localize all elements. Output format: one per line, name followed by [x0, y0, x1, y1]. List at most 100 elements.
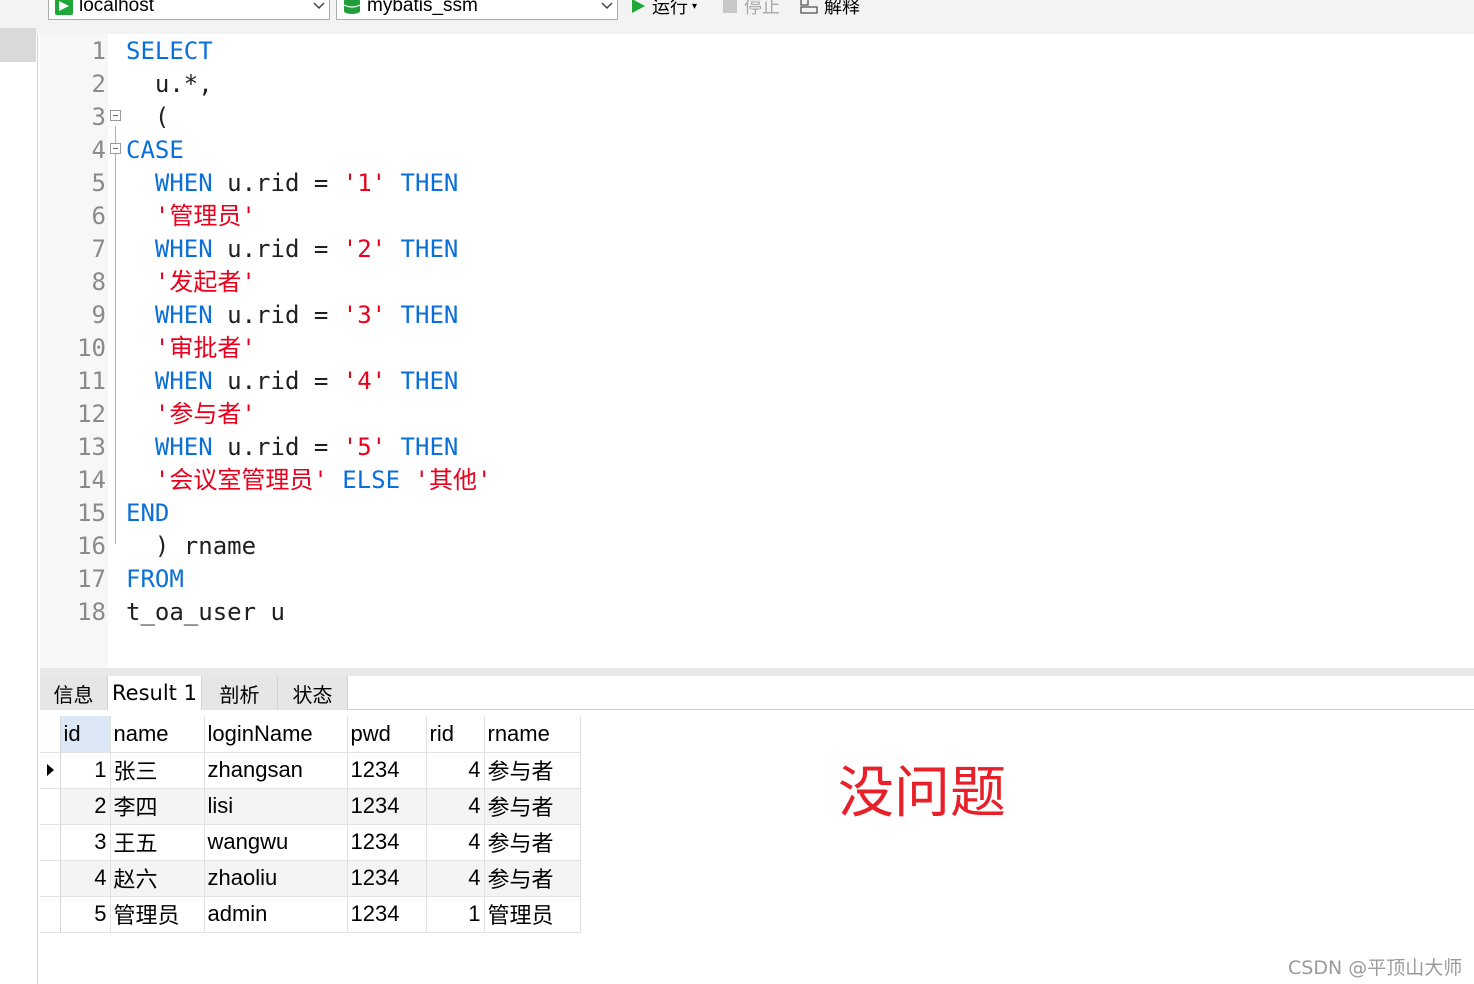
- code-line[interactable]: 16 ) rname: [40, 530, 1474, 563]
- table-row[interactable]: 4 赵六 zhaoliu 1234 4 参与者: [40, 860, 581, 897]
- line-number: 7: [91, 235, 106, 263]
- row-indicator[interactable]: [40, 752, 61, 789]
- fold-toggle-icon[interactable]: [110, 143, 121, 154]
- code-line[interactable]: 8 '发起者': [40, 266, 1474, 299]
- tab-result-1[interactable]: Result 1: [108, 676, 202, 710]
- cell-loginname[interactable]: admin: [204, 896, 348, 933]
- cell-rname[interactable]: 管理员: [484, 896, 581, 933]
- cell-loginname[interactable]: wangwu: [204, 824, 348, 861]
- explain-button[interactable]: 解释: [800, 0, 860, 18]
- tab-info-label: 信息: [53, 682, 94, 707]
- code-text: '参与者': [126, 398, 256, 431]
- cell-name[interactable]: 王五: [110, 824, 205, 861]
- panel-marker[interactable]: [0, 28, 36, 62]
- sql-editor[interactable]: 1 SELECT 2 u.*, 3 (4 CASE 5 WHEN u.rid = '1' …: [40, 34, 1474, 668]
- cell-loginname[interactable]: zhaoliu: [204, 860, 348, 897]
- database-select[interactable]: mybatis_ssm: [336, 0, 618, 20]
- cell-id[interactable]: 1: [60, 752, 111, 789]
- cell-loginname[interactable]: zhangsan: [204, 752, 348, 789]
- column-header-name[interactable]: name: [110, 716, 205, 753]
- table-row[interactable]: 1 张三 zhangsan 1234 4 参与者: [40, 752, 581, 789]
- cell-pwd[interactable]: 1234: [347, 896, 427, 933]
- code-line[interactable]: 15 END: [40, 497, 1474, 530]
- result-grid[interactable]: id name loginName pwd rid rname 1 张三 zhang…: [40, 716, 581, 933]
- chevron-down-icon[interactable]: [597, 0, 617, 16]
- column-header-id[interactable]: id: [60, 716, 111, 753]
- code-line[interactable]: 1 SELECT: [40, 35, 1474, 68]
- fold-guide: [115, 126, 116, 544]
- code-line[interactable]: 9 WHEN u.rid = '3' THEN: [40, 299, 1474, 332]
- code-text: '管理员': [126, 200, 256, 233]
- cell-id[interactable]: 4: [60, 860, 111, 897]
- cell-rname[interactable]: 参与者: [484, 788, 581, 825]
- code-line[interactable]: 3 (: [40, 101, 1474, 134]
- tab-profile-label: 剖析: [219, 682, 260, 707]
- fold-toggle-icon[interactable]: [110, 110, 121, 121]
- cell-pwd[interactable]: 1234: [347, 824, 427, 861]
- cell-id[interactable]: 3: [60, 824, 111, 861]
- code-line[interactable]: 10 '审批者': [40, 332, 1474, 365]
- row-indicator[interactable]: [40, 860, 61, 897]
- column-header-rid[interactable]: rid: [426, 716, 485, 753]
- sql-keyword: THEN: [386, 235, 459, 263]
- code-line[interactable]: 7 WHEN u.rid = '2' THEN: [40, 233, 1474, 266]
- cell-rname[interactable]: 参与者: [484, 860, 581, 897]
- cell-name[interactable]: 管理员: [110, 896, 205, 933]
- cell-name[interactable]: 赵六: [110, 860, 205, 897]
- code-line[interactable]: 11 WHEN u.rid = '4' THEN: [40, 365, 1474, 398]
- cell-rid[interactable]: 1: [426, 896, 485, 933]
- row-indicator[interactable]: [40, 788, 61, 825]
- cell-pwd[interactable]: 1234: [347, 860, 427, 897]
- code-line[interactable]: 18 t_oa_user u: [40, 596, 1474, 629]
- cell-id[interactable]: 2: [60, 788, 111, 825]
- panel-divider[interactable]: [40, 668, 1474, 676]
- code-line[interactable]: 14 '会议室管理员' ELSE '其他': [40, 464, 1474, 497]
- connection-select[interactable]: localhost: [48, 0, 330, 20]
- sql-string: '管理员': [126, 202, 256, 230]
- line-number: 12: [77, 400, 106, 428]
- run-button[interactable]: 运行 ▾: [630, 0, 697, 18]
- tab-status[interactable]: 状态: [278, 676, 348, 710]
- cell-name[interactable]: 张三: [110, 752, 205, 789]
- table-row[interactable]: 5 管理员 admin 1234 1 管理员: [40, 896, 581, 933]
- line-number: 3: [91, 103, 106, 131]
- chevron-down-icon[interactable]: [309, 0, 329, 16]
- code-line[interactable]: 6 '管理员': [40, 200, 1474, 233]
- cell-rname[interactable]: 参与者: [484, 824, 581, 861]
- table-row[interactable]: 3 王五 wangwu 1234 4 参与者: [40, 824, 581, 861]
- code-line[interactable]: 12 '参与者': [40, 398, 1474, 431]
- cell-pwd[interactable]: 1234: [347, 788, 427, 825]
- cell-rid[interactable]: 4: [426, 752, 485, 789]
- tab-info[interactable]: 信息: [40, 676, 108, 710]
- sql-text: u.rid =: [227, 367, 343, 395]
- code-line[interactable]: 4 CASE: [40, 134, 1474, 167]
- cell-loginname[interactable]: lisi: [204, 788, 348, 825]
- line-number: 4: [91, 136, 106, 164]
- code-line[interactable]: 2 u.*,: [40, 68, 1474, 101]
- cell-pwd[interactable]: 1234: [347, 752, 427, 789]
- row-indicator[interactable]: [40, 824, 61, 861]
- sql-text: u.rid =: [227, 169, 343, 197]
- cell-rid[interactable]: 4: [426, 824, 485, 861]
- cell-rname[interactable]: 参与者: [484, 752, 581, 789]
- run-dropdown-icon[interactable]: ▾: [692, 1, 697, 12]
- cell-id[interactable]: 5: [60, 896, 111, 933]
- cell-rid[interactable]: 4: [426, 788, 485, 825]
- cell-name[interactable]: 李四: [110, 788, 205, 825]
- line-number: 15: [77, 499, 106, 527]
- current-row-arrow-icon: [47, 764, 54, 776]
- stop-button[interactable]: 停止: [722, 0, 780, 18]
- column-header-rname[interactable]: rname: [484, 716, 581, 753]
- column-header-pwd[interactable]: pwd: [347, 716, 427, 753]
- code-line[interactable]: 17 FROM: [40, 563, 1474, 596]
- code-line[interactable]: 5 WHEN u.rid = '1' THEN: [40, 167, 1474, 200]
- grid-header-row: id name loginName pwd rid rname: [40, 716, 581, 753]
- cell-rid[interactable]: 4: [426, 860, 485, 897]
- code-line[interactable]: 13 WHEN u.rid = '5' THEN: [40, 431, 1474, 464]
- row-indicator[interactable]: [40, 896, 61, 933]
- table-row[interactable]: 2 李四 lisi 1234 4 参与者: [40, 788, 581, 825]
- tab-profile[interactable]: 剖析: [202, 676, 278, 710]
- column-header-loginname[interactable]: loginName: [204, 716, 348, 753]
- sql-keyword: WHEN: [126, 169, 228, 197]
- code-text: END: [126, 497, 169, 530]
